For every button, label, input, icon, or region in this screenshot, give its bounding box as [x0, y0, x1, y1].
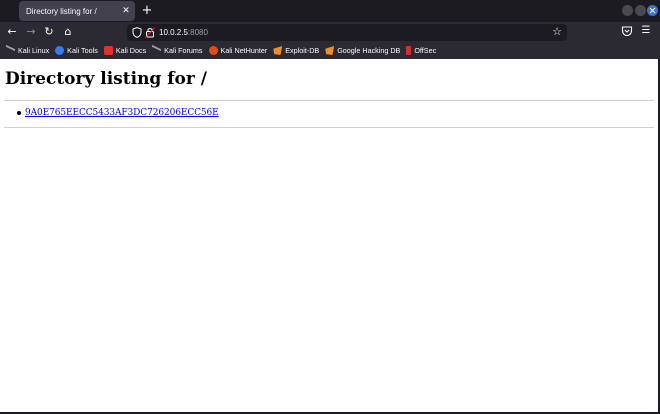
bookmark-label: Exploit-DB	[285, 46, 320, 55]
reload-button[interactable]: ↻	[41, 24, 57, 40]
kali-dragon-icon	[6, 46, 15, 55]
tab-close-icon[interactable]: ✕	[120, 5, 132, 17]
kali-docs-icon	[103, 46, 113, 55]
tab-strip: Directory listing for / ✕ +	[0, 0, 660, 22]
new-tab-button[interactable]: +	[140, 3, 154, 19]
insecure-lock-icon[interactable]	[145, 27, 155, 38]
bookmark-google-hacking-db[interactable]: Google Hacking DB	[325, 44, 400, 58]
pocket-icon[interactable]	[621, 25, 633, 37]
minimize-window-button[interactable]	[622, 5, 633, 16]
exploit-db-icon	[325, 46, 335, 55]
back-button[interactable]: ←	[4, 24, 20, 40]
bookmark-kali-forums[interactable]: Kali Forums	[152, 44, 202, 58]
close-window-button[interactable]	[647, 5, 658, 16]
divider	[4, 100, 654, 101]
hamburger-menu-icon[interactable]: ☰	[640, 24, 652, 38]
kali-dragon-icon	[152, 46, 161, 55]
bookmark-label: Kali Tools	[67, 46, 98, 55]
bookmark-label: Kali Linux	[18, 46, 50, 55]
tab-directory-listing[interactable]: Directory listing for / ✕	[19, 1, 135, 21]
url-host: 10.0.2.5	[159, 28, 188, 37]
bookmark-kali-docs[interactable]: Kali Docs	[103, 44, 147, 58]
nethunter-icon	[208, 46, 218, 55]
bookmark-kali-tools[interactable]: Kali Tools	[55, 44, 98, 58]
forward-button[interactable]: →	[23, 24, 39, 40]
tab-title: Directory listing for /	[26, 6, 97, 16]
url-port: :8080	[187, 28, 208, 37]
maximize-window-button[interactable]	[635, 5, 646, 16]
shield-icon[interactable]	[132, 27, 142, 38]
bookmark-kali-nethunter[interactable]: Kali NetHunter	[208, 44, 268, 58]
list-bullet	[17, 111, 21, 115]
page-content: Directory listing for / 9A0E765EECC5433A…	[0, 59, 658, 412]
bookmark-offsec[interactable]: OffSec	[406, 44, 436, 58]
bookmark-label: Google Hacking DB	[337, 46, 401, 55]
divider	[4, 127, 654, 128]
directory-entry-link[interactable]: 9A0E765EECC5433AF3DC726206ECC56E	[25, 108, 219, 118]
bookmark-label: OffSec	[414, 46, 437, 55]
list-item: 9A0E765EECC5433AF3DC726206ECC56E	[17, 108, 219, 118]
url-bar[interactable]: 10.0.2.5:8080 ☆	[127, 24, 567, 41]
home-button[interactable]: ⌂	[60, 24, 76, 40]
kali-tools-icon	[55, 46, 65, 55]
bookmark-label: Kali NetHunter	[220, 46, 268, 55]
navigation-toolbar: ← → ↻ ⌂ 10.0.2.5:8080 ☆ ☰	[0, 22, 660, 42]
url-text[interactable]: 10.0.2.5:8080	[159, 24, 208, 41]
offsec-icon	[406, 46, 412, 55]
bookmark-exploit-db[interactable]: Exploit-DB	[273, 44, 319, 58]
bookmark-kali-linux[interactable]: Kali Linux	[6, 44, 49, 58]
exploit-db-icon	[273, 46, 283, 55]
bookmark-label: Kali Docs	[115, 46, 147, 55]
bookmark-label: Kali Forums	[164, 46, 203, 55]
bookmark-star-icon[interactable]: ☆	[550, 25, 564, 39]
bookmarks-toolbar: Kali Linux Kali Tools Kali Docs Kali For…	[0, 42, 660, 59]
page-title: Directory listing for /	[5, 69, 207, 89]
